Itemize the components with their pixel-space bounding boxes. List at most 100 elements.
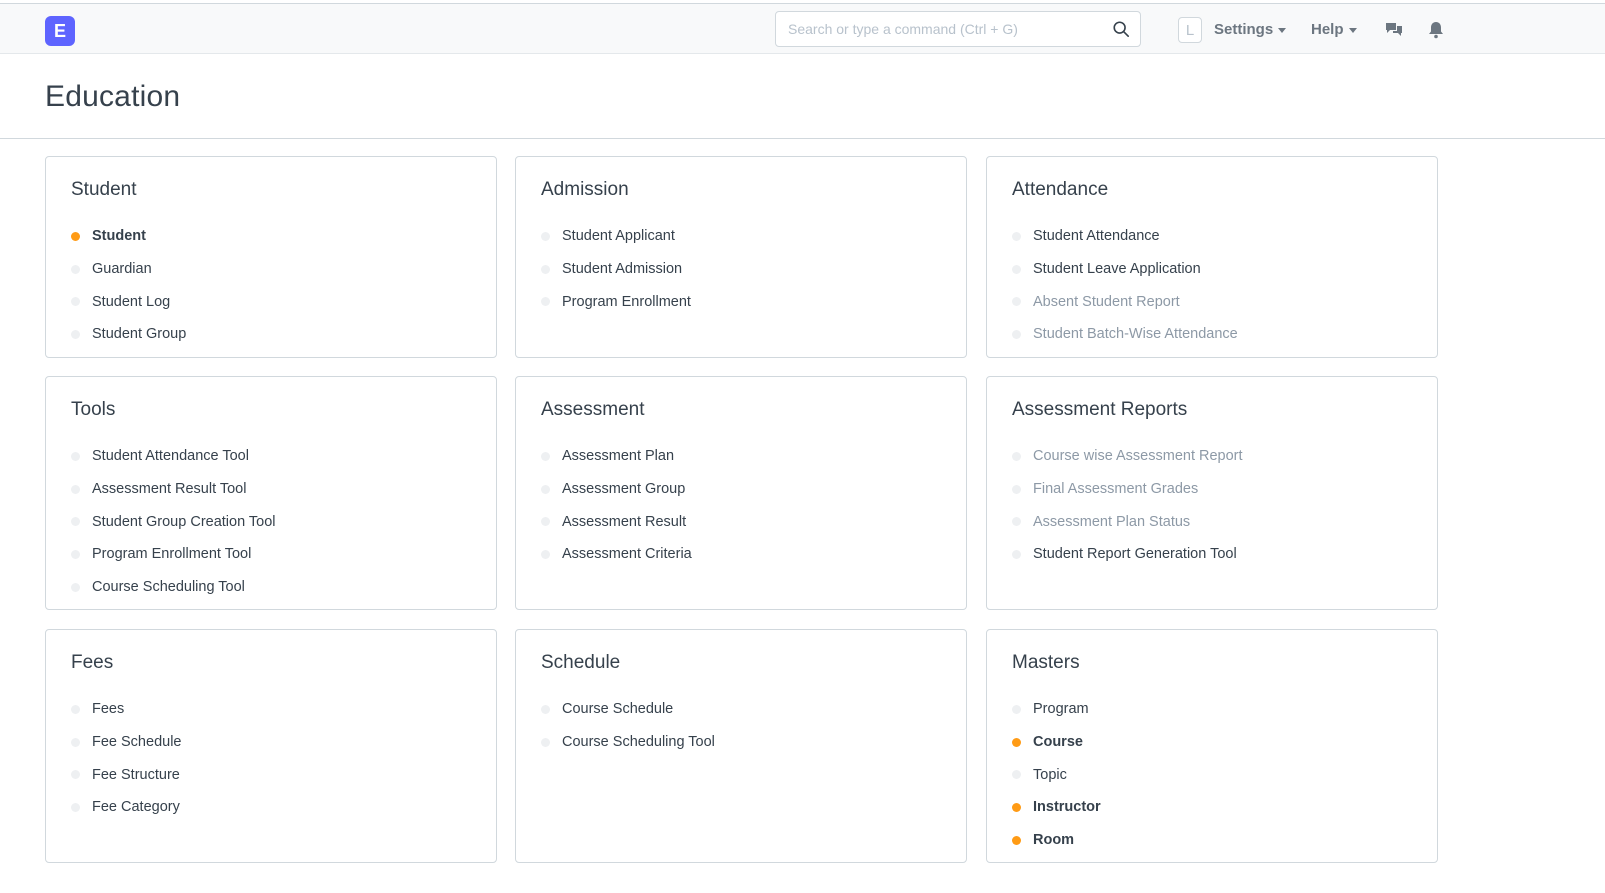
card-fees: Fees Fees Fee Schedule Fee Structure Fee Ca… [45,629,497,863]
card-title: Attendance [1012,179,1109,200]
card-title: Schedule [541,652,621,673]
help-dropdown[interactable]: Help [1311,21,1357,38]
status-dot-icon [71,549,80,559]
card-assessment-reports: Assessment Reports Course wise Assessmen… [986,376,1438,610]
link-item[interactable]: Student Report Generation Tool [1012,538,1243,571]
link-item[interactable]: Student Attendance Tool [71,440,276,473]
link-item[interactable]: Assessment Group [541,473,692,506]
status-dot-icon [541,264,550,274]
status-dot-icon [1012,297,1021,307]
settings-dropdown[interactable]: Settings [1214,21,1287,38]
page-header: Education [0,54,1605,139]
status-dot-icon [1012,451,1021,461]
card-links: Student Applicant Student Admission Progra… [541,220,691,318]
status-dot-icon [71,582,80,592]
status-dot-icon [71,704,80,714]
card-admission: Admission Student Applicant Student Admis… [515,156,967,358]
link-item[interactable]: Room [1012,824,1101,857]
card-title: Masters [1012,652,1080,673]
link-item[interactable]: Student Group Creation Tool [71,505,276,538]
link-item[interactable]: Fee Structure [71,758,181,791]
search-input[interactable] [776,12,1106,46]
link-item[interactable]: Program Enrollment Tool [71,538,276,571]
card-links: Student Guardian Student Log Student Group [71,220,186,351]
link-label: Student Applicant [562,228,675,245]
link-label: Student Admission [562,261,683,278]
link-label: Student Attendance [1033,228,1160,245]
link-item[interactable]: Final Assessment Grades [1012,473,1243,506]
link-item[interactable]: Program Enrollment [541,285,691,318]
link-item[interactable]: Fee Schedule [71,726,181,759]
link-item[interactable]: Student Attendance [1012,220,1238,253]
card-title: Student [71,179,137,200]
card-tools: Tools Student Attendance Tool Assessment … [45,376,497,610]
link-item[interactable]: Course Scheduling Tool [541,726,715,759]
card-links: Course Schedule Course Scheduling Tool [541,693,715,758]
status-dot-icon [71,329,80,339]
link-item[interactable]: Course [1012,726,1101,759]
card-attendance: Attendance Student Attendance Student Lea… [986,156,1438,358]
link-label: Topic [1033,766,1067,783]
link-label: Guardian [92,261,152,278]
link-item[interactable]: Course Scheduling Tool [71,571,276,604]
status-dot-icon [541,549,550,559]
status-dot-icon [1012,549,1021,559]
link-label: Assessment Criteria [562,546,692,563]
search-box [775,11,1141,47]
link-item[interactable]: Instructor [1012,791,1101,824]
link-item[interactable]: Absent Student Report [1012,285,1238,318]
link-item[interactable]: Assessment Result [541,505,692,538]
link-item[interactable]: Course Schedule [541,693,715,726]
link-label: Student Leave Application [1033,261,1201,278]
navbar: E L Settings Help [0,3,1605,54]
link-label: Student Group Creation Tool [92,513,276,530]
link-label: Room [1033,832,1075,849]
card-links: Program Course Topic Instructor Room [1012,693,1101,856]
link-label: Absent Student Report [1033,293,1180,310]
link-item[interactable]: Student Group [71,318,186,351]
caret-down-icon [1278,28,1287,33]
status-dot-icon [541,517,550,527]
status-dot-icon [1012,231,1021,241]
app-logo[interactable]: E [45,16,75,46]
status-dot-icon [71,517,80,527]
link-item[interactable]: Student Leave Application [1012,253,1238,286]
link-label: Fees [92,701,125,718]
link-item[interactable]: Student Admission [541,253,691,286]
settings-label: Settings [1214,21,1274,38]
status-dot-icon [71,264,80,274]
link-item[interactable]: Assessment Result Tool [71,473,276,506]
link-item[interactable]: Topic [1012,758,1101,791]
link-label: Final Assessment Grades [1033,481,1199,498]
link-item[interactable]: Fee Category [71,791,181,824]
chat-icon[interactable] [1384,20,1404,40]
link-label: Assessment Group [562,481,686,498]
link-item[interactable]: Student Batch-Wise Attendance [1012,318,1238,351]
link-item[interactable]: Assessment Criteria [541,538,692,571]
link-item[interactable]: Student [71,220,186,253]
card-schedule: Schedule Course Schedule Course Schedulin… [515,629,967,863]
bell-icon[interactable] [1426,20,1446,40]
link-label: Fee Structure [92,766,180,783]
search-icon[interactable] [1112,20,1130,38]
avatar[interactable]: L [1178,17,1202,43]
link-item[interactable]: Student Applicant [541,220,691,253]
link-item[interactable]: Assessment Plan Status [1012,505,1243,538]
link-item[interactable]: Course wise Assessment Report [1012,440,1243,473]
help-label: Help [1311,21,1344,38]
link-label: Student Report Generation Tool [1033,546,1237,563]
status-dot-icon [71,297,80,307]
link-item[interactable]: Assessment Plan [541,440,692,473]
caret-down-icon [1348,28,1357,33]
link-item[interactable]: Guardian [71,253,186,286]
link-item[interactable]: Student Log [71,285,186,318]
status-dot-icon [541,451,550,461]
status-dot-icon [1012,484,1021,494]
card-links: Assessment Plan Assessment Group Assessmen… [541,440,692,571]
link-label: Student [92,228,146,245]
link-label: Program Enrollment Tool [92,546,252,563]
link-item[interactable]: Program [1012,693,1101,726]
link-label: Assessment Result Tool [92,481,247,498]
status-dot-icon [1012,329,1021,339]
link-item[interactable]: Fees [71,693,181,726]
